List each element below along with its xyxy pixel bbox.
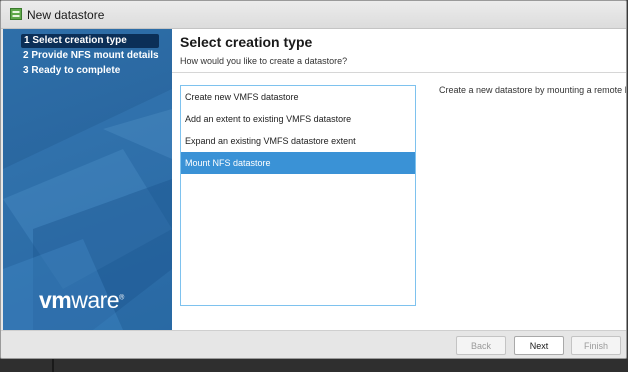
option-add-extent-vmfs[interactable]: Add an extent to existing VMFS datastore	[181, 108, 415, 130]
step-provide-nfs-mount-details[interactable]: 2 Provide NFS mount details	[23, 49, 159, 63]
logo-ware: ware	[71, 287, 120, 313]
option-create-new-vmfs[interactable]: Create new VMFS datastore	[181, 86, 415, 108]
logo-vm: vm	[39, 287, 72, 313]
wizard-sidebar: 1 Select creation type 2 Provide NFS mou…	[3, 29, 172, 330]
wizard-footer: Back Next Finish	[1, 330, 626, 358]
title-bar[interactable]: New datastore	[1, 1, 626, 29]
wizard-content: Select creation type How would you like …	[172, 29, 626, 330]
page-title: Select creation type	[180, 34, 313, 50]
next-button[interactable]: Next	[514, 336, 564, 355]
option-description: Create a new datastore by mounting a rem…	[439, 85, 626, 95]
finish-button[interactable]: Finish	[571, 336, 621, 355]
option-mount-nfs[interactable]: Mount NFS datastore	[181, 152, 415, 174]
vmware-logo: vmware®	[39, 287, 124, 314]
background-strip	[0, 359, 628, 372]
datastore-icon	[10, 8, 22, 20]
creation-type-list[interactable]: Create new VMFS datastore Add an extent …	[180, 85, 416, 306]
step-ready-to-complete[interactable]: 3 Ready to complete	[23, 64, 120, 78]
window-title: New datastore	[27, 8, 105, 22]
logo-registered-mark: ®	[119, 294, 124, 302]
background-divider	[52, 359, 54, 372]
page-subtitle: How would you like to create a datastore…	[180, 56, 348, 66]
new-datastore-dialog: New datastore 1 Select creation type 2 P…	[0, 0, 627, 359]
back-button[interactable]: Back	[456, 336, 506, 355]
header-divider	[172, 72, 626, 73]
option-expand-vmfs-extent[interactable]: Expand an existing VMFS datastore extent	[181, 130, 415, 152]
step-select-creation-type[interactable]: 1 Select creation type	[21, 34, 159, 48]
